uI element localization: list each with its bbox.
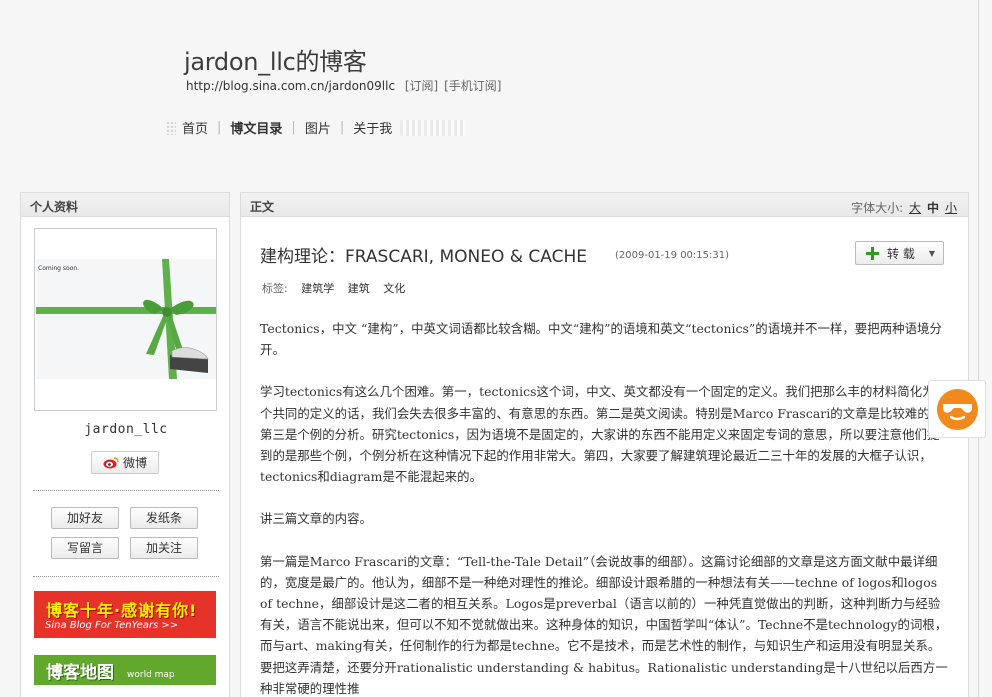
article-paragraph: 讲三篇文章的内容。	[260, 511, 372, 527]
mobile-subscribe-link[interactable]: [手机订阅]	[444, 79, 501, 93]
blog-url-line: http://blog.sina.com.cn/jardon09llc [订阅]…	[186, 77, 503, 94]
article-paragraph: 学习tectonics有这么几个困难。第一，tectonics这个词，中文、英文…	[260, 384, 948, 485]
leave-message-button[interactable]: 写留言	[51, 537, 119, 559]
nav-item-home[interactable]: 首页	[182, 118, 208, 137]
font-size-large-link[interactable]: 大	[909, 201, 921, 215]
subscribe-link[interactable]: [订阅]	[405, 79, 438, 93]
send-note-button[interactable]: 发纸条	[130, 507, 198, 529]
tag-link[interactable]: 建筑学	[301, 282, 334, 295]
nav-item-articles[interactable]: 博文目录	[230, 118, 282, 137]
add-friend-button[interactable]: 加好友	[51, 507, 119, 529]
tag-link[interactable]: 建筑	[348, 282, 370, 295]
banner-subtitle: world map	[127, 670, 175, 680]
profile-panel: 个人资料 Coming soon. jardon_llc 微博 加好友 发纸条 …	[20, 192, 230, 697]
repost-button[interactable]: 转 载 ▼	[855, 241, 944, 265]
repost-label: 转 载	[887, 246, 915, 261]
article-tags: 标签: 建筑学 建筑 文化	[262, 280, 405, 296]
nav-separator: |	[217, 120, 222, 135]
nav-item-about[interactable]: 关于我	[353, 118, 392, 137]
profile-username[interactable]: jardon_llc	[21, 422, 231, 437]
article-title: 建构理论：FRASCARI, MONEO & CACHE	[260, 247, 588, 267]
article-paragraph: Tectonics，中文 “建构”，中英文词语都比较含糊。中文“建构”的语境和英…	[260, 321, 942, 358]
divider	[33, 490, 219, 491]
follow-button[interactable]: 加关注	[130, 537, 198, 559]
tags-label: 标签:	[262, 282, 288, 295]
blog-nav: 首页 | 博文目录 | 图片 | 关于我	[166, 118, 467, 137]
article-body: Tectonics，中文 “建构”，中英文词语都比较含糊。中文“建构”的语境和英…	[260, 318, 948, 697]
article-timestamp: (2009-01-19 00:15:31)	[615, 250, 730, 261]
nav-separator: |	[291, 120, 296, 135]
floating-widget[interactable]	[928, 380, 986, 438]
nav-separator: |	[339, 120, 345, 135]
banner-title: 博客地图	[46, 663, 114, 683]
profile-panel-header: 个人资料	[21, 193, 229, 217]
divider	[33, 576, 219, 577]
plus-icon	[866, 246, 879, 260]
banner-title: 博客十年·感谢有你!	[46, 601, 198, 620]
blog-title[interactable]: jardon_llc的博客	[184, 42, 367, 77]
sunglasses-face-icon	[937, 389, 978, 430]
blog-url[interactable]: http://blog.sina.com.cn/jardon09llc	[186, 79, 395, 93]
content-header-label: 正文	[250, 200, 275, 214]
blog-map-banner[interactable]: 博客地图 world map	[34, 655, 216, 685]
window-edge	[978, 0, 979, 697]
tag-link[interactable]: 文化	[383, 282, 405, 295]
font-size-medium-link[interactable]: 中	[927, 201, 939, 215]
weibo-icon	[103, 457, 119, 469]
blog-ten-years-banner[interactable]: 博客十年·感谢有你! Sina Blog For TenYears >>	[34, 591, 216, 638]
font-size-label: 字体大小:	[851, 201, 904, 215]
weibo-label: 微博	[122, 456, 147, 470]
avatar[interactable]: Coming soon.	[34, 228, 217, 411]
banner-subtitle: Sina Blog For TenYears >>	[45, 620, 179, 631]
avatar-caption: Coming soon.	[38, 265, 80, 272]
avatar-image	[36, 259, 216, 379]
nav-decoration-icon	[166, 120, 176, 135]
article-paragraph: 第一篇是Marco Frascari的文章：“Tell-the-Tale Det…	[260, 553, 948, 696]
nav-item-photos[interactable]: 图片	[305, 118, 331, 137]
nav-blurred-item	[400, 119, 467, 136]
font-size-small-link[interactable]: 小	[945, 201, 957, 215]
weibo-button[interactable]: 微博	[91, 451, 159, 474]
caret-down-icon: ▼	[928, 248, 935, 258]
content-panel-header: 正文 字体大小: 大中小	[241, 193, 968, 217]
font-size-switcher: 字体大小: 大中小	[851, 199, 959, 216]
content-panel: 正文 字体大小: 大中小 建构理论：FRASCARI, MONEO & CACH…	[240, 192, 969, 697]
gift-ribbon-icon	[36, 259, 216, 379]
